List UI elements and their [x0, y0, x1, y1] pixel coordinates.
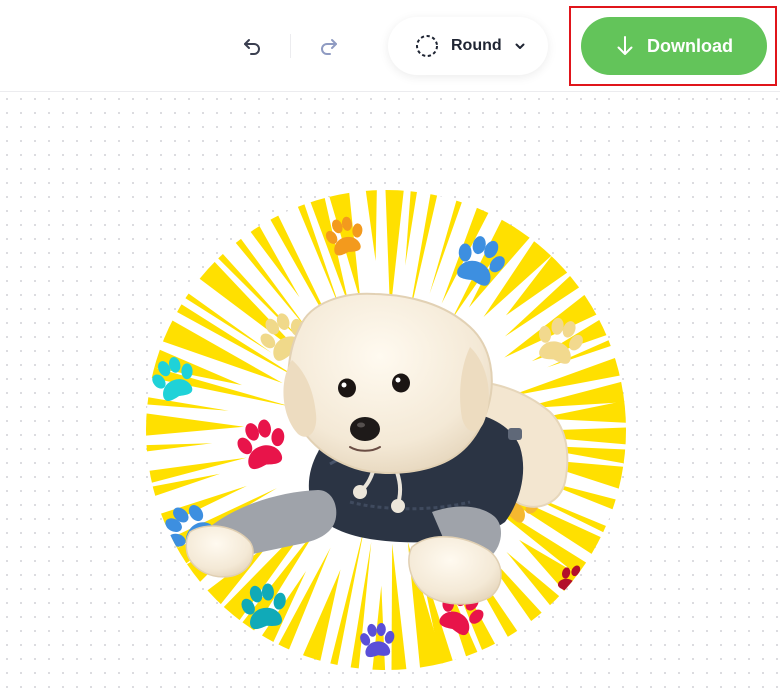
- undo-button[interactable]: [234, 28, 270, 64]
- arrow-down-icon: [617, 36, 633, 55]
- round-cropped-image[interactable]: [0, 92, 780, 700]
- undo-icon: [244, 39, 260, 55]
- download-highlight: Download: [569, 6, 777, 86]
- dashed-circle-icon: [416, 35, 438, 57]
- download-button-label: Download: [647, 35, 733, 56]
- shape-dropdown-label: Round: [451, 37, 502, 54]
- shape-dropdown[interactable]: Round: [388, 17, 548, 75]
- editor-canvas: [0, 92, 780, 700]
- redo-button[interactable]: [311, 28, 347, 64]
- download-button[interactable]: Download: [581, 17, 767, 75]
- top-toolbar: Round Download: [0, 0, 780, 92]
- redo-icon: [321, 39, 337, 55]
- chevron-down-icon: [515, 43, 525, 49]
- toolbar-divider: [290, 34, 291, 58]
